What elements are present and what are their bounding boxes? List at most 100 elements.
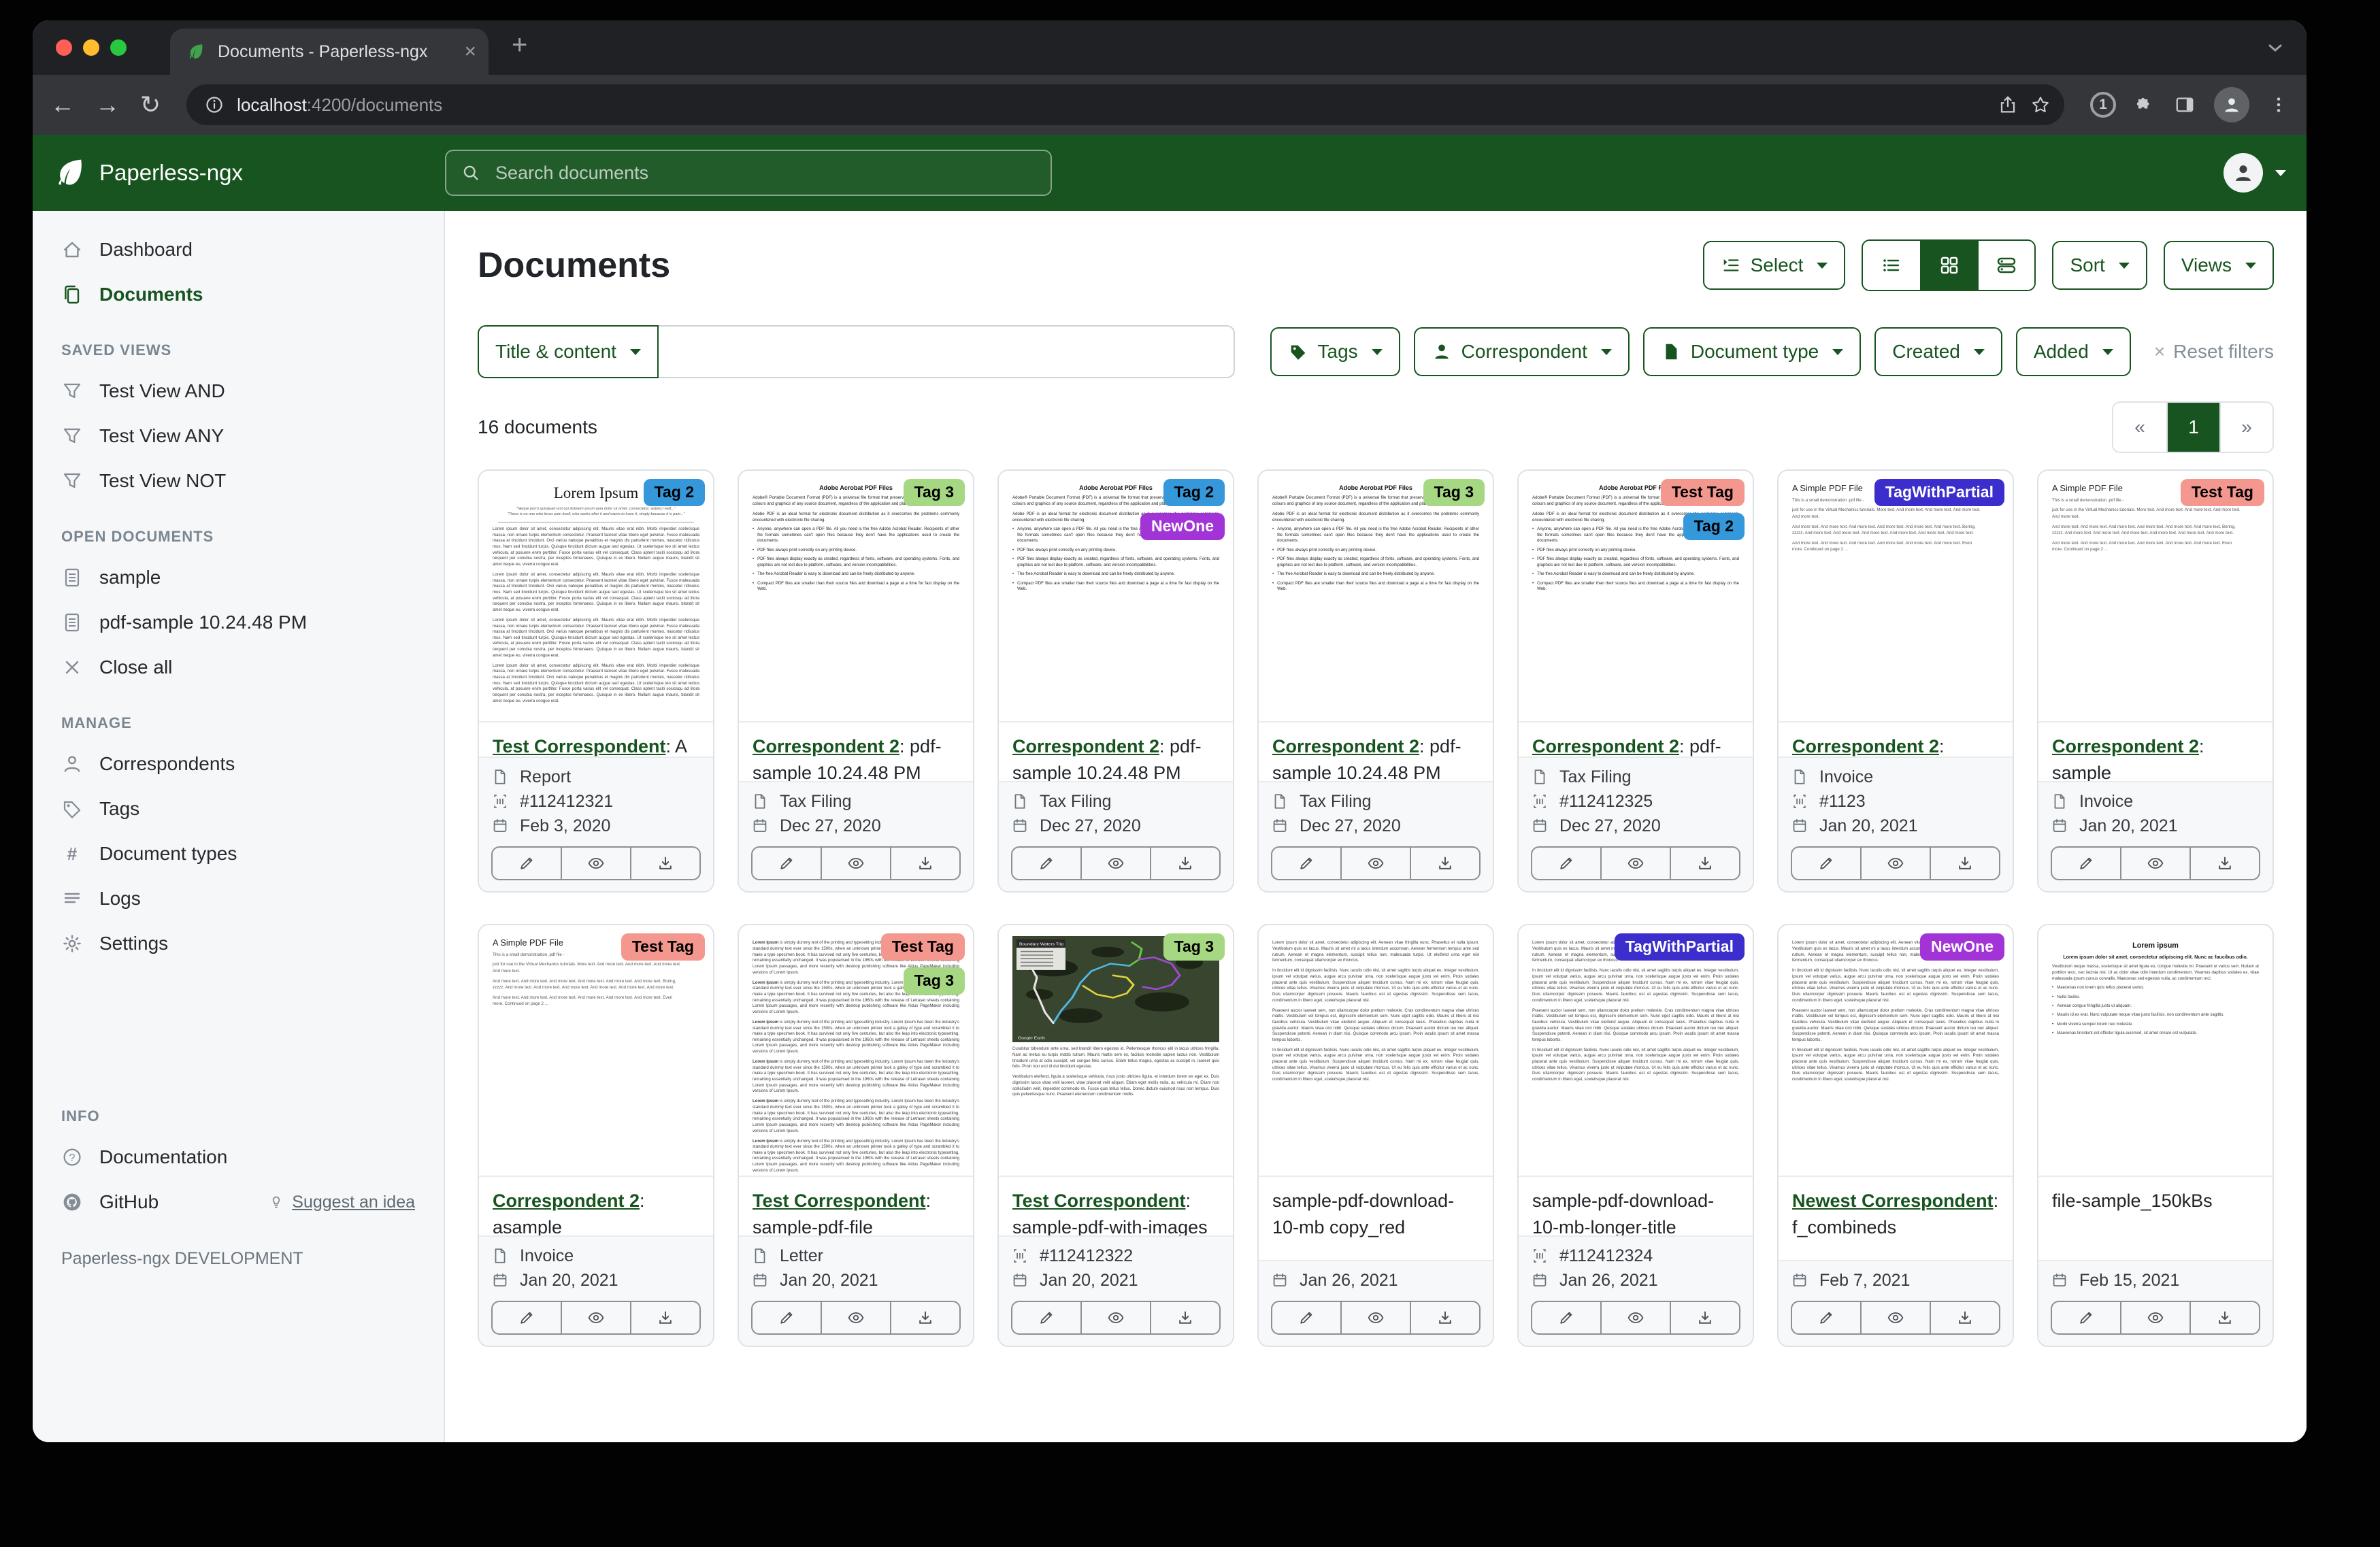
edit-button[interactable] (1532, 848, 1600, 879)
window-zoom-button[interactable] (110, 39, 127, 56)
edit-button[interactable] (1272, 848, 1340, 879)
sidebar-item-documentation[interactable]: ?Documentation (33, 1135, 444, 1180)
sidebar-item-logs[interactable]: Logs (33, 876, 444, 921)
sidebar-item-test-view-not[interactable]: Test View NOT (33, 459, 444, 503)
edit-button[interactable] (753, 848, 821, 879)
edit-button[interactable] (2052, 848, 2120, 879)
address-bar[interactable]: localhost:4200/documents (186, 84, 2064, 125)
tab-search-chevron-icon[interactable] (2264, 37, 2286, 59)
edit-button[interactable] (493, 848, 561, 879)
edit-button[interactable] (1012, 848, 1080, 879)
suggest-an-idea-link[interactable]: Suggest an idea (267, 1193, 415, 1212)
view-button[interactable] (1860, 848, 1930, 879)
tag-badge[interactable]: Test Tag (881, 933, 965, 961)
view-button[interactable] (2120, 1302, 2189, 1333)
view-button[interactable] (2120, 848, 2189, 879)
select-button[interactable]: Select (1703, 241, 1846, 290)
correspondent-link[interactable]: Correspondent 2 (753, 736, 899, 756)
sidebar-item-documents[interactable]: Documents (33, 272, 444, 317)
document-thumbnail[interactable]: TagWithPartial A Simple PDF FileThis is … (1779, 471, 2013, 722)
edit-button[interactable] (493, 1302, 561, 1333)
tag-badge[interactable]: Test Tag (2181, 479, 2264, 506)
view-button[interactable] (821, 848, 890, 879)
tag-badge[interactable]: Test Tag (621, 933, 705, 961)
sidebar-item-document-types[interactable]: #Document types (33, 831, 444, 876)
view-button[interactable] (1600, 1302, 1670, 1333)
document-thumbnail[interactable]: Test Tag A Simple PDF FileThis is a smal… (479, 925, 713, 1177)
correspondent-link[interactable]: Test Correspondent (493, 736, 666, 756)
download-button[interactable] (890, 1302, 959, 1333)
download-button[interactable] (1670, 1302, 1739, 1333)
tag-badge[interactable]: TagWithPartial (1615, 933, 1745, 961)
edit-button[interactable] (1792, 1302, 1860, 1333)
download-button[interactable] (1670, 848, 1739, 879)
sidebar-item-sample[interactable]: sample (33, 555, 444, 600)
browser-tab[interactable]: Documents - Paperless-ngx × (170, 29, 489, 75)
sidebar-item-dashboard[interactable]: Dashboard (33, 227, 444, 272)
sidebar-item-tags[interactable]: Tags (33, 786, 444, 831)
download-button[interactable] (630, 1302, 699, 1333)
edit-button[interactable] (1792, 848, 1860, 879)
previous-page-button[interactable]: « (2113, 403, 2166, 452)
list-view-button[interactable] (1863, 241, 1920, 290)
download-button[interactable] (890, 848, 959, 879)
edit-button[interactable] (1272, 1302, 1340, 1333)
document-thumbnail[interactable]: Tag 2NewOne Adobe Acrobat PDF FilesAdobe… (999, 471, 1233, 722)
sidebar-item-test-view-any[interactable]: Test View ANY (33, 414, 444, 459)
correspondent-link[interactable]: Correspondent 2 (1792, 736, 1939, 756)
created-filter-button[interactable]: Created (1874, 327, 2002, 376)
tags-filter-button[interactable]: Tags (1270, 327, 1400, 376)
user-menu[interactable] (2224, 135, 2286, 211)
document-thumbnail[interactable]: Tag 3 Adobe Acrobat PDF FilesAdobe® Port… (1259, 471, 1493, 722)
view-button[interactable] (561, 1302, 630, 1333)
search-input[interactable] (493, 161, 1036, 185)
global-search[interactable] (445, 150, 1052, 196)
sidebar-item-pdf-sample-10-24-48-pm[interactable]: pdf-sample 10.24.48 PM (33, 600, 444, 645)
document-thumbnail[interactable]: Lorem ipsum dolor sit amet, consectetur … (1259, 925, 1493, 1177)
tag-badge[interactable]: Tag 2 (644, 479, 705, 506)
tag-badge[interactable]: Tag 2 (1683, 513, 1745, 540)
document-thumbnail[interactable]: Tag 3 Adobe Acrobat PDF FilesAdobe® Port… (739, 471, 973, 722)
edit-button[interactable] (753, 1302, 821, 1333)
document-thumbnail[interactable]: Tag 3 Boundary Waters TripGoogle EarthCu… (999, 925, 1233, 1177)
edit-button[interactable] (1012, 1302, 1080, 1333)
views-button[interactable]: Views (2164, 241, 2274, 290)
download-button[interactable] (1410, 848, 1479, 879)
download-button[interactable] (630, 848, 699, 879)
document-thumbnail[interactable]: NewOne Lorem ipsum dolor sit amet, conse… (1779, 925, 2013, 1177)
current-page-button[interactable]: 1 (2166, 403, 2219, 452)
forward-button[interactable]: → (95, 93, 120, 117)
tab-close-icon[interactable]: × (464, 41, 476, 62)
reload-button[interactable]: ↻ (140, 93, 161, 117)
document-thumbnail[interactable]: Test TagTag 2 Adobe Acrobat PDF FilesAdo… (1519, 471, 1753, 722)
tag-badge[interactable]: Tag 2 (1163, 479, 1225, 506)
correspondent-filter-button[interactable]: Correspondent (1414, 327, 1630, 376)
tag-badge[interactable]: TagWithPartial (1874, 479, 2004, 506)
sidebar-item-test-view-and[interactable]: Test View AND (33, 369, 444, 414)
document-thumbnail[interactable]: Test TagTag 3 Lorem Ipsum is simply dumm… (739, 925, 973, 1177)
download-button[interactable] (2189, 1302, 2259, 1333)
correspondent-link[interactable]: Correspondent 2 (1532, 736, 1679, 756)
new-tab-button[interactable]: + (512, 31, 527, 59)
back-button[interactable]: ← (50, 93, 75, 117)
sidebar-item-correspondents[interactable]: Correspondents (33, 742, 444, 786)
view-button[interactable] (1860, 1302, 1930, 1333)
correspondent-link[interactable]: Correspondent 2 (1272, 736, 1419, 756)
view-button[interactable] (1600, 848, 1670, 879)
side-panel-icon[interactable] (2175, 95, 2195, 115)
view-button[interactable] (561, 848, 630, 879)
tag-badge[interactable]: Tag 3 (1163, 933, 1225, 961)
correspondent-link[interactable]: Test Correspondent (753, 1191, 926, 1211)
correspondent-link[interactable]: Test Correspondent (1012, 1191, 1186, 1211)
view-button[interactable] (821, 1302, 890, 1333)
download-button[interactable] (2189, 848, 2259, 879)
correspondent-link[interactable]: Correspondent 2 (2052, 736, 2199, 756)
document-thumbnail[interactable]: Tag 2 Lorem Ipsum"Neque porro quisquam e… (479, 471, 713, 722)
download-button[interactable] (1150, 1302, 1219, 1333)
reset-filters-button[interactable]: × Reset filters (2154, 341, 2274, 363)
document-thumbnail[interactable]: Test Tag A Simple PDF FileThis is a smal… (2038, 471, 2272, 722)
filter-query-input[interactable] (657, 325, 1235, 378)
site-info-icon[interactable] (204, 95, 225, 115)
sort-button[interactable]: Sort (2052, 241, 2147, 290)
view-button[interactable] (1080, 1302, 1150, 1333)
